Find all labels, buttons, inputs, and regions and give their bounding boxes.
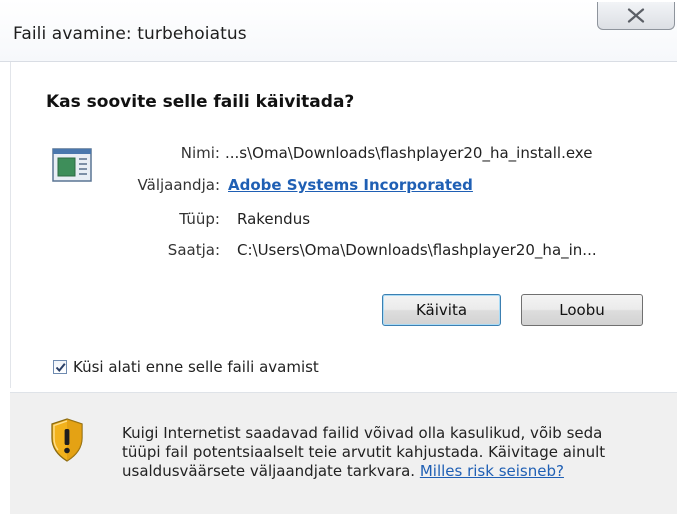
security-warning-dialog: Faili avamine: turbehoiatus Kas soovite …: [0, 0, 677, 514]
publisher-link[interactable]: Adobe Systems Incorporated: [228, 176, 473, 194]
warning-message: Kuigi Internetist saadavad failid võivad…: [122, 424, 642, 481]
from-label: Saatja:: [167, 241, 220, 259]
cancel-button[interactable]: Loobu: [521, 294, 643, 326]
run-button[interactable]: Käivita: [382, 294, 501, 326]
name-label: Nimi:: [180, 144, 220, 162]
name-value: ...s\Oma\Downloads\flashplayer20_ha_inst…: [225, 144, 593, 162]
close-x-icon: [627, 8, 645, 23]
type-label: Tüüp:: [179, 210, 220, 228]
executable-file-icon: [52, 148, 92, 182]
run-question-heading: Kas soovite selle faili käivitada?: [46, 92, 355, 112]
from-value: C:\Users\Oma\Downloads\flashplayer20_ha_…: [237, 241, 597, 259]
always-ask-checkbox[interactable]: [53, 360, 67, 374]
always-ask-label[interactable]: Küsi alati enne selle faili avamist: [73, 358, 319, 376]
window-title: Faili avamine: turbehoiatus: [13, 24, 247, 44]
risk-info-link[interactable]: Milles risk seisneb?: [420, 462, 564, 480]
title-bar: Faili avamine: turbehoiatus: [0, 0, 677, 62]
type-value: Rakendus: [237, 210, 311, 228]
close-button[interactable]: [597, 2, 675, 30]
publisher-label: Väljaandja:: [137, 176, 220, 194]
checkmark-icon: [55, 363, 66, 373]
security-shield-icon: [51, 418, 83, 462]
